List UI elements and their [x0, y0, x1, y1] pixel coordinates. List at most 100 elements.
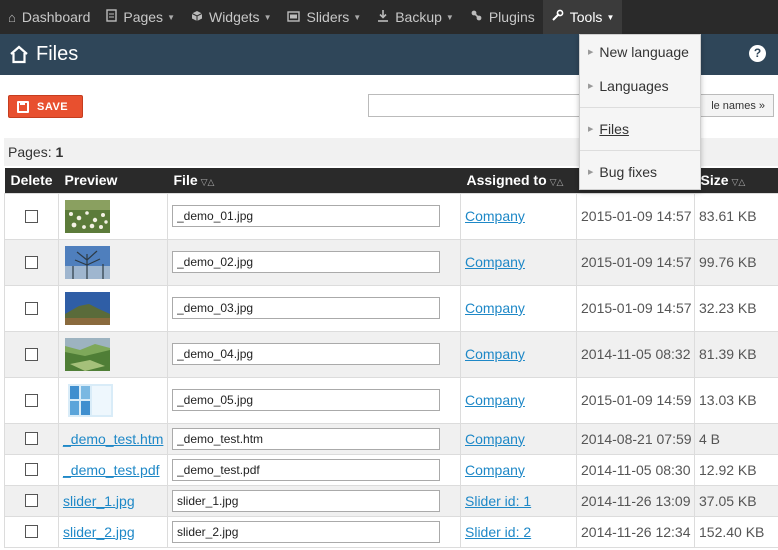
size-cell: 81.39 KB: [694, 330, 778, 378]
table-row: Company 2014-11-05 08:3281.39 KB: [4, 330, 778, 378]
column-header-preview: Preview: [58, 168, 168, 193]
page-number[interactable]: 1: [55, 144, 63, 160]
delete-cell: [4, 515, 59, 548]
delete-cell: [4, 284, 59, 332]
assigned-cell: Slider id: 2: [460, 515, 577, 548]
delete-checkbox[interactable]: [25, 255, 38, 269]
date-cell: 2014-11-26 12:34: [576, 515, 695, 548]
filename-cell: [167, 453, 461, 486]
filename-input[interactable]: [172, 489, 440, 512]
assigned-link[interactable]: Company: [465, 208, 525, 224]
thumbnail-image[interactable]: [63, 199, 163, 233]
sort-icon[interactable]: ▽△: [201, 177, 215, 187]
assigned-cell: Company: [460, 453, 577, 486]
filename-input[interactable]: [172, 343, 440, 365]
assigned-cell: Company: [460, 238, 577, 286]
delete-checkbox[interactable]: [25, 393, 38, 407]
nav-backup[interactable]: Backup ▼: [369, 0, 462, 34]
caret-right-icon: ▶: [588, 126, 594, 133]
preview-cell: slider_1.jpg: [58, 484, 168, 517]
assigned-cell: Company: [460, 284, 577, 332]
preview-link[interactable]: _demo_test.htm: [63, 431, 163, 447]
date-cell: 2015-01-09 14:57: [576, 284, 695, 332]
delete-checkbox[interactable]: [25, 463, 38, 476]
assigned-link[interactable]: Company: [465, 254, 525, 270]
delete-checkbox[interactable]: [25, 432, 38, 445]
delete-checkbox[interactable]: [25, 209, 38, 223]
menu-item-label: Files: [599, 121, 629, 137]
help-icon[interactable]: ?: [749, 45, 766, 62]
nav-tools[interactable]: Tools ▼: [542, 0, 623, 34]
filename-cell: [167, 422, 461, 455]
size-cell: 83.61 KB: [694, 192, 778, 240]
nav-label: Tools: [569, 9, 603, 25]
filename-input[interactable]: [172, 205, 440, 227]
filename-input[interactable]: [172, 427, 440, 450]
filename-input[interactable]: [172, 297, 440, 319]
preview-link[interactable]: slider_2.jpg: [63, 524, 135, 540]
wrench-icon: [551, 9, 564, 25]
assigned-link[interactable]: Company: [465, 392, 525, 408]
thumbnail-image[interactable]: [63, 291, 163, 325]
home-icon: [8, 44, 30, 66]
menu-item-label: Languages: [599, 78, 669, 94]
assigned-cell: Company: [460, 422, 577, 455]
filename-input[interactable]: [172, 251, 440, 273]
date-cell: 2015-01-09 14:57: [576, 238, 695, 286]
menu-item-bug-fixes[interactable]: ▶ Bug fixes: [580, 159, 700, 185]
menu-item-label: New language: [599, 44, 689, 60]
assigned-link[interactable]: Slider id: 2: [465, 524, 531, 540]
preview-link[interactable]: slider_1.jpg: [63, 493, 135, 509]
assigned-link[interactable]: Company: [465, 346, 525, 362]
menu-item-languages[interactable]: ▶ Languages: [580, 73, 700, 99]
menu-item-new-language[interactable]: ▶ New language: [580, 39, 700, 65]
delete-cell: [4, 422, 59, 455]
date-cell: 2014-11-05 08:32: [576, 330, 695, 378]
thumbnail-image[interactable]: [63, 337, 163, 371]
date-cell: 2014-11-05 08:30: [576, 453, 695, 486]
assigned-cell: Company: [460, 376, 577, 424]
top-navbar: ⌂ Dashboard Pages ▼ Widgets ▼ Sliders ▼ …: [0, 0, 778, 34]
size-cell: 37.05 KB: [694, 484, 778, 517]
delete-checkbox[interactable]: [25, 494, 38, 507]
home-icon: ⌂: [8, 9, 16, 25]
delete-checkbox[interactable]: [25, 301, 38, 315]
menu-item-label: Bug fixes: [599, 164, 657, 180]
sort-icon[interactable]: ▽△: [550, 177, 564, 187]
assigned-link[interactable]: Company: [465, 462, 525, 478]
size-cell: 152.40 KB: [694, 515, 778, 548]
column-header-file[interactable]: File ▽△: [167, 168, 461, 193]
filename-input[interactable]: [172, 389, 440, 411]
nav-dashboard[interactable]: ⌂ Dashboard: [0, 0, 98, 34]
nav-widgets[interactable]: Widgets ▼: [183, 0, 280, 34]
date-cell: 2014-11-26 13:09: [576, 484, 695, 517]
search-button-label: le names »: [711, 99, 765, 112]
assigned-link[interactable]: Company: [465, 431, 525, 447]
save-label: SAVE: [37, 100, 69, 113]
delete-cell: [4, 238, 59, 286]
delete-checkbox[interactable]: [25, 525, 38, 538]
filename-input[interactable]: [172, 520, 440, 543]
column-header-size[interactable]: Size ▽△: [694, 168, 778, 193]
save-button[interactable]: SAVE: [8, 95, 83, 118]
assigned-link[interactable]: Company: [465, 300, 525, 316]
delete-checkbox[interactable]: [25, 347, 38, 361]
date-cell: 2015-01-09 14:57: [576, 192, 695, 240]
caret-down-icon: ▼: [167, 12, 175, 22]
assigned-cell: Slider id: 1: [460, 484, 577, 517]
nav-plugins[interactable]: Plugins: [462, 0, 543, 34]
search-input[interactable]: [368, 94, 598, 117]
thumbnail-image[interactable]: [63, 245, 163, 279]
sort-icon[interactable]: ▽△: [732, 177, 746, 187]
assigned-link[interactable]: Slider id: 1: [465, 493, 531, 509]
nav-pages[interactable]: Pages ▼: [98, 0, 183, 34]
menu-item-files[interactable]: ▶ Files: [580, 116, 700, 142]
filename-input[interactable]: [172, 458, 440, 481]
table-row: Company 2015-01-09 14:5783.61 KB: [4, 192, 778, 240]
column-header-assigned[interactable]: Assigned to ▽△: [460, 168, 577, 193]
table-row: _demo_test.htm Company 2014-08-21 07:594 B: [4, 422, 778, 455]
filename-cell: [167, 238, 461, 286]
thumbnail-image[interactable]: [63, 383, 163, 417]
preview-link[interactable]: _demo_test.pdf: [63, 462, 160, 478]
nav-sliders[interactable]: Sliders ▼: [279, 0, 369, 34]
